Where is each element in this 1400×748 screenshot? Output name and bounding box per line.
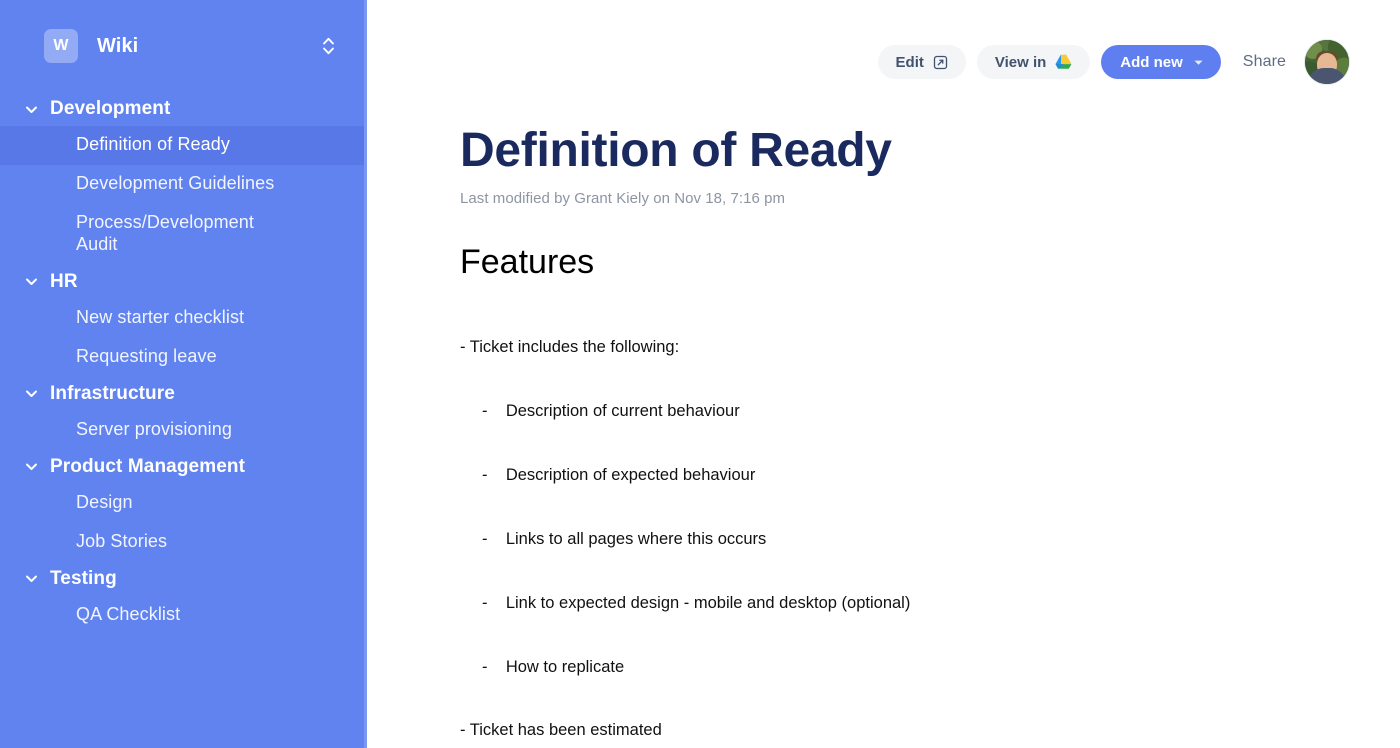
nav-group-header-hr[interactable]: HR: [0, 265, 364, 299]
sidebar-nav: Development Definition of Ready Developm…: [0, 92, 364, 635]
page-toolbar: Edit View in Add new Share: [367, 0, 1400, 124]
nav-group-hr: HR New starter checklist Requesting leav…: [0, 265, 364, 377]
nav-group-product-management: Product Management Design Job Stories: [0, 450, 364, 562]
chevron-down-icon: [20, 459, 42, 474]
chevron-down-icon: [20, 386, 42, 401]
nav-group-testing: Testing QA Checklist: [0, 562, 364, 635]
nav-group-header-development[interactable]: Development: [0, 92, 364, 126]
edit-button[interactable]: Edit: [877, 45, 966, 79]
nav-group-development: Development Definition of Ready Developm…: [0, 92, 364, 265]
chevron-down-icon: [20, 571, 42, 586]
chevron-down-icon: [1192, 56, 1205, 69]
content-line: - How to replicate: [482, 657, 625, 676]
sidebar-item-process-development-audit[interactable]: Process/Development Audit: [0, 204, 364, 265]
content-line: - Links to all pages where this occurs: [482, 529, 767, 548]
sidebar-item-server-provisioning[interactable]: Server provisioning: [0, 411, 364, 450]
avatar[interactable]: [1304, 39, 1350, 85]
nav-group-header-infrastructure[interactable]: Infrastructure: [0, 377, 364, 411]
sidebar-item-new-starter-checklist[interactable]: New starter checklist: [0, 299, 364, 338]
main-content: Edit View in Add new Share Definition of…: [367, 0, 1400, 748]
sidebar-item-job-stories[interactable]: Job Stories: [0, 523, 364, 562]
nav-group-label: Testing: [50, 567, 117, 589]
sidebar-header: W Wiki: [0, 0, 364, 92]
google-drive-icon: [1055, 54, 1072, 70]
page-content: Features - Ticket includes the following…: [460, 242, 1360, 748]
page-title: Definition of Ready: [460, 124, 892, 177]
sidebar-item-requesting-leave[interactable]: Requesting leave: [0, 338, 364, 377]
content-line: - Link to expected design - mobile and d…: [482, 593, 911, 612]
workspace-name[interactable]: Wiki: [97, 35, 138, 58]
add-new-button-label: Add new: [1120, 53, 1183, 71]
content-line: - Description of current behaviour: [482, 402, 740, 421]
sidebar-item-design[interactable]: Design: [0, 484, 364, 523]
content-line: - Ticket includes the following:: [460, 338, 680, 357]
share-button[interactable]: Share: [1243, 53, 1286, 71]
nav-group-header-product-management[interactable]: Product Management: [0, 450, 364, 484]
external-link-icon: [933, 55, 948, 70]
view-in-button-label: View in: [994, 53, 1047, 71]
sidebar-item-definition-of-ready[interactable]: Definition of Ready: [0, 126, 364, 165]
chevron-up-down-icon[interactable]: [316, 30, 340, 62]
document-body: Definition of Ready Last modified by Gra…: [367, 124, 1400, 748]
workspace-avatar[interactable]: W: [44, 29, 78, 63]
nav-group-label: Development: [50, 98, 171, 119]
view-in-drive-button[interactable]: View in: [976, 45, 1091, 79]
sidebar-item-development-guidelines[interactable]: Development Guidelines: [0, 165, 364, 204]
sidebar: W Wiki Development Definition of Ready D…: [0, 0, 367, 748]
nav-group-label: HR: [50, 270, 78, 292]
sidebar-item-qa-checklist[interactable]: QA Checklist: [0, 596, 364, 635]
add-new-button[interactable]: Add new: [1101, 45, 1221, 79]
content-heading: Features: [460, 242, 595, 281]
nav-group-infrastructure: Infrastructure Server provisioning: [0, 377, 364, 450]
nav-group-label: Infrastructure: [50, 382, 175, 404]
nav-group-header-testing[interactable]: Testing: [0, 562, 364, 596]
chevron-down-icon: [20, 274, 42, 289]
nav-group-label: Product Management: [50, 455, 245, 477]
edit-button-label: Edit: [895, 53, 924, 71]
content-lines: - Ticket includes the following: - Descr…: [460, 295, 1360, 748]
content-line: - Ticket has been estimated: [460, 721, 662, 740]
page-last-modified: Last modified by Grant Kiely on Nov 18, …: [460, 189, 786, 207]
content-line: - Description of expected behaviour: [482, 465, 756, 484]
chevron-down-icon: [20, 102, 42, 117]
